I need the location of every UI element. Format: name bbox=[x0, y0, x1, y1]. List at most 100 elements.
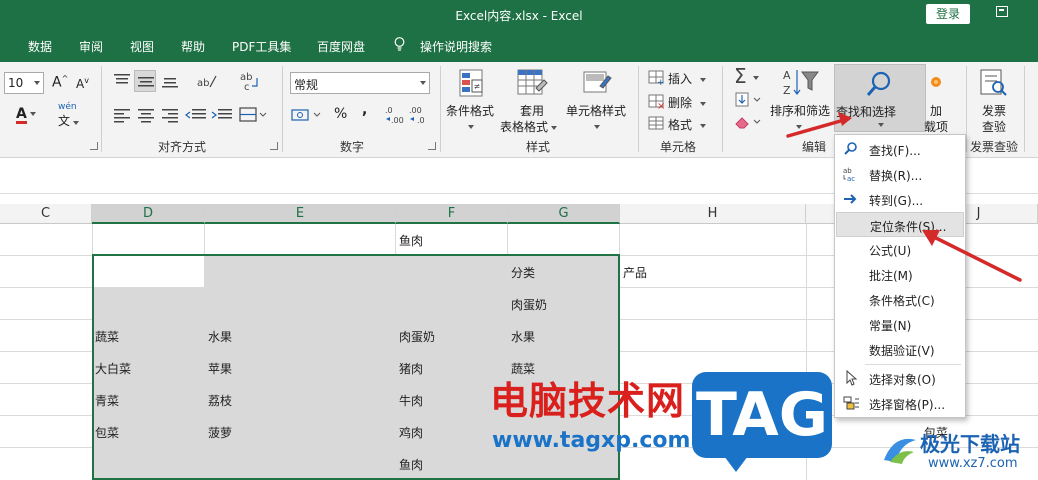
window-title: Excel内容.xlsx - Excel bbox=[455, 9, 583, 23]
svg-text:ab: ab bbox=[197, 78, 209, 89]
insert-button[interactable]: 插入 bbox=[668, 70, 707, 87]
fill-icon[interactable] bbox=[734, 92, 764, 108]
insert-label: 插入 bbox=[668, 72, 693, 86]
invoice-check-button[interactable]: 查验 bbox=[982, 118, 1006, 135]
decrease-decimal-icon[interactable]: .00.0 bbox=[408, 104, 430, 126]
column-header-f[interactable]: F bbox=[396, 204, 508, 224]
menu-item-selection-pane[interactable]: 选择窗格(P)... bbox=[836, 391, 964, 416]
restore-window-icon[interactable] bbox=[996, 6, 1008, 17]
merge-center-icon[interactable] bbox=[238, 106, 268, 124]
wrap-text-icon[interactable]: abc bbox=[238, 70, 260, 92]
format-cells-icon[interactable] bbox=[648, 116, 666, 132]
addins-button[interactable]: 载项 bbox=[924, 118, 948, 135]
menu-item-replace[interactable]: ab ac 替换(R)... bbox=[836, 162, 964, 187]
conditional-formatting-label: 条件格式 bbox=[446, 104, 495, 118]
grow-font-button[interactable]: A^ bbox=[52, 74, 68, 91]
pointer-icon bbox=[846, 370, 858, 386]
accounting-format-icon[interactable] bbox=[290, 106, 324, 124]
column-header-g[interactable]: G bbox=[508, 204, 620, 224]
cell-styles-label: 单元格样式 bbox=[566, 104, 627, 118]
cell-h2[interactable]: 产品 bbox=[623, 264, 647, 281]
menu-item-data-validation[interactable]: 数据验证(V) bbox=[836, 337, 964, 362]
percent-button[interactable]: % bbox=[334, 106, 347, 122]
arrow-right-icon bbox=[844, 194, 857, 204]
login-button[interactable]: 登录 bbox=[926, 4, 970, 24]
sort-filter-icon[interactable]: AZ bbox=[780, 66, 820, 100]
align-right-icon[interactable] bbox=[160, 106, 180, 124]
aurora-logo-icon bbox=[884, 438, 916, 464]
addins-icon[interactable] bbox=[926, 72, 946, 92]
number-format-select[interactable]: 常规 bbox=[290, 72, 430, 94]
cell-styles-icon[interactable] bbox=[582, 68, 614, 100]
annotation-arrow bbox=[786, 112, 852, 138]
watermark-tag-logo: TAG bbox=[692, 372, 832, 472]
svg-text:.00: .00 bbox=[409, 106, 422, 115]
menu-item-constants[interactable]: 常量(N) bbox=[836, 312, 964, 337]
shrink-font-label: A bbox=[76, 77, 85, 91]
tab-baidu-netdisk[interactable]: 百度网盘 bbox=[317, 38, 365, 55]
font-color-button[interactable]: A bbox=[16, 106, 36, 124]
format-button[interactable]: 格式 bbox=[668, 116, 707, 133]
column-header-e[interactable]: E bbox=[205, 204, 396, 224]
alignment-dialog-launcher[interactable] bbox=[270, 142, 278, 150]
invoice-group-label: 发票查验 bbox=[970, 140, 1019, 154]
selection-pane-icon bbox=[843, 396, 859, 410]
align-center-icon[interactable] bbox=[136, 106, 156, 124]
insert-cells-icon[interactable]: + bbox=[648, 70, 666, 86]
chevron-down-icon bbox=[878, 123, 884, 127]
increase-decimal-icon[interactable]: .0.00 bbox=[384, 104, 406, 126]
orientation-icon[interactable]: ab bbox=[196, 72, 218, 90]
increase-indent-icon[interactable] bbox=[210, 106, 234, 124]
cell-f1[interactable]: 鱼肉 bbox=[399, 232, 423, 249]
separator bbox=[1024, 66, 1025, 152]
tab-pdf-tools[interactable]: PDF工具集 bbox=[232, 38, 291, 55]
middle-align-icon[interactable] bbox=[134, 70, 156, 92]
column-header-h[interactable]: H bbox=[620, 204, 806, 224]
tab-help[interactable]: 帮助 bbox=[181, 38, 205, 55]
decrease-indent-icon[interactable] bbox=[184, 106, 208, 124]
bottom-align-icon[interactable] bbox=[160, 72, 180, 90]
font-size-select[interactable]: 10 bbox=[4, 72, 44, 94]
svg-text:.0: .0 bbox=[417, 116, 425, 125]
align-left-icon[interactable] bbox=[112, 106, 132, 124]
menu-item-label: 查找(F)... bbox=[869, 144, 921, 158]
invoice-check-icon[interactable] bbox=[978, 68, 1010, 98]
menu-item-conditional-formatting[interactable]: 条件格式(C) bbox=[836, 287, 964, 312]
svg-text:+: + bbox=[657, 78, 665, 86]
phonetic-guide-button[interactable]: wén 文 bbox=[58, 102, 80, 129]
top-align-icon[interactable] bbox=[112, 72, 132, 90]
svg-text:×: × bbox=[657, 101, 665, 110]
clear-icon[interactable] bbox=[734, 114, 764, 130]
phonetic-char: 文 bbox=[58, 114, 71, 128]
tab-review[interactable]: 审阅 bbox=[79, 38, 103, 55]
annotation-arrow bbox=[922, 230, 1022, 282]
menu-separator bbox=[865, 364, 961, 365]
watermark-site2-name: 极光下载站 bbox=[920, 432, 1020, 456]
menu-item-label: 批注(M) bbox=[869, 269, 913, 283]
conditional-formatting-button[interactable]: 条件格式 bbox=[446, 102, 494, 133]
number-dialog-launcher[interactable] bbox=[428, 142, 436, 150]
autosum-icon[interactable]: Σ bbox=[734, 64, 759, 88]
delete-button[interactable]: 删除 bbox=[668, 94, 707, 111]
tab-view[interactable]: 视图 bbox=[130, 38, 154, 55]
separator bbox=[638, 66, 639, 152]
format-as-table-icon[interactable] bbox=[516, 68, 548, 100]
svg-text:ab: ab bbox=[843, 167, 852, 175]
separator bbox=[282, 66, 283, 152]
font-dialog-launcher[interactable] bbox=[90, 142, 98, 150]
cell-styles-button[interactable]: 单元格样式 bbox=[566, 102, 626, 133]
tab-data[interactable]: 数据 bbox=[28, 38, 52, 55]
shrink-font-button[interactable]: Av bbox=[76, 76, 89, 91]
lightbulb-icon bbox=[394, 37, 405, 51]
format-as-table-button[interactable]: 表格格式 bbox=[500, 118, 558, 135]
menu-item-goto[interactable]: 转到(G)... bbox=[836, 187, 964, 212]
comma-style-button[interactable]: , bbox=[362, 102, 367, 118]
column-header-d[interactable]: D bbox=[92, 204, 205, 224]
conditional-formatting-icon[interactable]: ≠ bbox=[458, 68, 488, 100]
tell-me-search[interactable]: 操作说明搜索 bbox=[420, 38, 492, 55]
delete-cells-icon[interactable]: × bbox=[648, 94, 666, 110]
menu-item-label: 常量(N) bbox=[869, 319, 912, 333]
menu-item-select-objects[interactable]: 选择对象(O) bbox=[836, 366, 964, 391]
svg-text:A: A bbox=[783, 69, 791, 82]
column-header-c[interactable]: C bbox=[0, 204, 92, 224]
